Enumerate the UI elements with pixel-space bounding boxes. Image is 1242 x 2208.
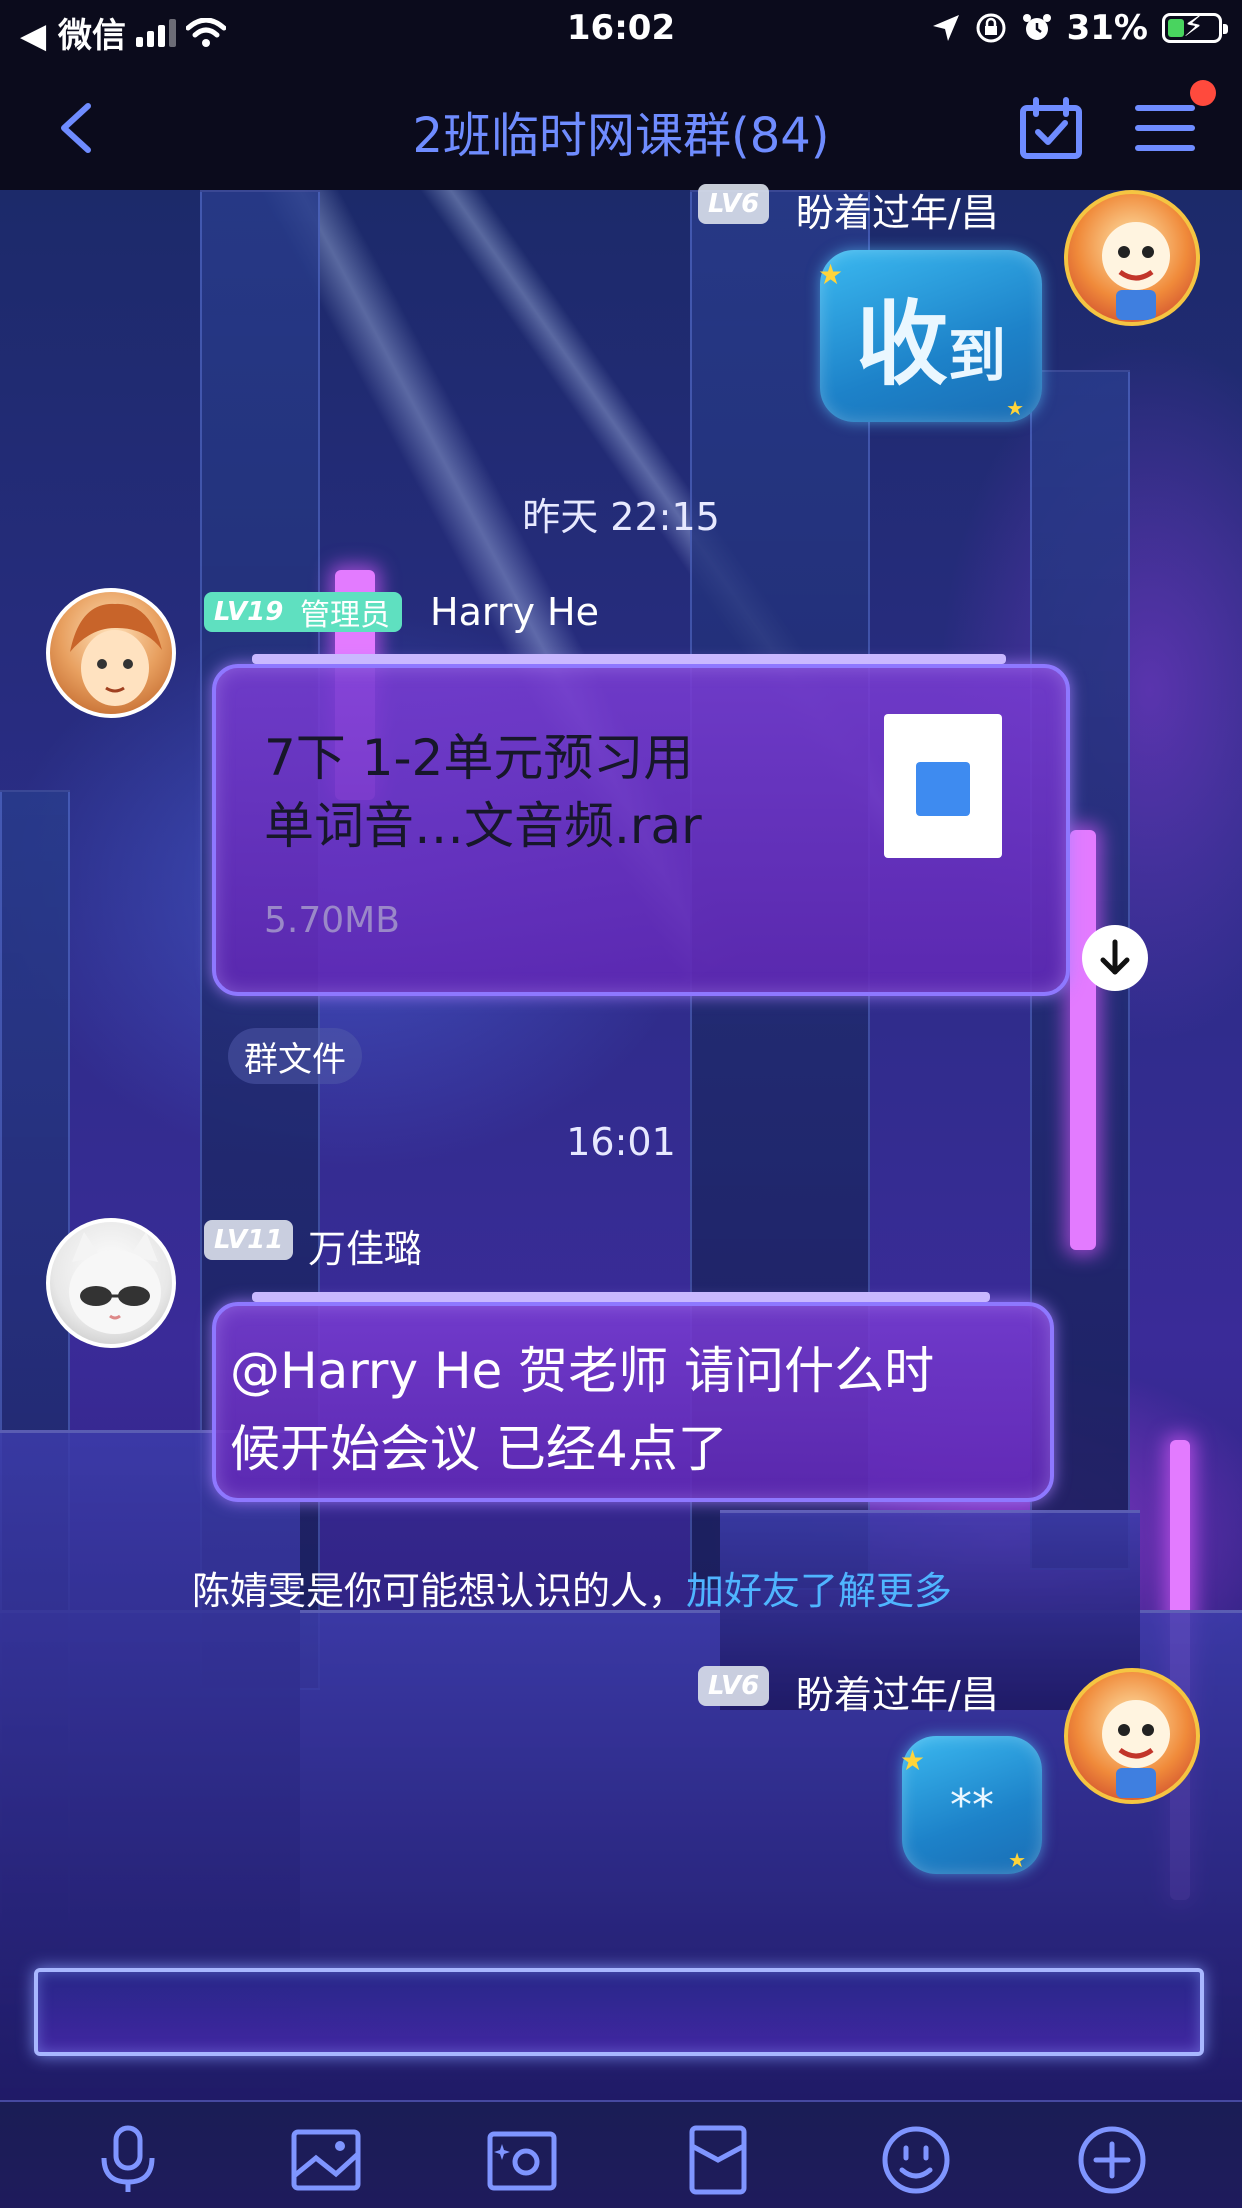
microphone-icon[interactable] — [92, 2124, 164, 2196]
timestamp: 16:01 — [566, 1120, 676, 1164]
avatar[interactable] — [1064, 1668, 1200, 1804]
menu-icon[interactable] — [1134, 100, 1196, 156]
message-text: @Harry He 贺老师 请问什么时 候开始会议 已经4点了 — [230, 1332, 934, 1488]
bubble-decoration — [252, 654, 1006, 664]
friend-suggestion: 陈婧雯是你可能想认识的人，加好友了解更多 — [192, 1560, 952, 1615]
location-icon — [932, 15, 959, 41]
rotation-lock-icon — [976, 13, 1006, 43]
alarm-icon — [1022, 14, 1051, 40]
calendar-check-icon[interactable] — [1018, 96, 1084, 162]
file-message-bubble[interactable]: 7下 1-2单元预习用 单词音…文音频.rar 5.70MB — [212, 654, 1070, 996]
sender-name: 万佳璐 — [308, 1227, 423, 1271]
level-badge: LV6 — [698, 1666, 770, 1706]
avatar[interactable] — [46, 1218, 176, 1348]
image-icon[interactable] — [290, 2124, 362, 2196]
sender-name: 盼着过年/昌 — [796, 191, 999, 235]
red-packet-icon[interactable] — [682, 2124, 754, 2196]
battery-percentage: 31% — [1066, 8, 1148, 48]
nav-bar: 2班临时网课群(84) — [0, 62, 1242, 190]
bubble-decoration — [252, 1292, 990, 1302]
status-bar: ◀ 微信 16:02 31% ⚡ — [0, 0, 1242, 62]
emoji-icon[interactable] — [880, 2124, 952, 2196]
star-icon: ★ — [818, 258, 844, 291]
file-name-line: 单词音…文音频.rar — [264, 797, 702, 855]
notification-dot — [1190, 80, 1216, 106]
admin-badge: 管理员 — [288, 592, 402, 633]
camera-icon[interactable] — [486, 2124, 558, 2196]
star-icon: ★ — [1008, 1848, 1026, 1872]
bottom-toolbar — [0, 2100, 1242, 2208]
level-badge: LV19 — [204, 592, 294, 632]
message-bubble[interactable]: @Harry He 贺老师 请问什么时 候开始会议 已经4点了 — [212, 1292, 1054, 1502]
message-text-line: 候开始会议 已经4点了 — [230, 1420, 728, 1478]
file-name: 7下 1-2单元预习用 单词音…文音频.rar — [264, 724, 702, 860]
message-bubble-self[interactable]: ★ 收 到 ★ — [818, 250, 1042, 422]
level-badge: LV11 — [204, 1220, 294, 1260]
group-file-tag[interactable]: 群文件 — [228, 1028, 362, 1084]
message-input-box[interactable] — [34, 1968, 1204, 2056]
sender-name: 盼着过年/昌 — [796, 1673, 999, 1717]
message-text: ** — [950, 1779, 994, 1831]
message-text-small: 到 — [948, 322, 1007, 390]
star-icon: ★ — [900, 1744, 926, 1777]
message-bubble-self[interactable]: ★ ** ★ — [900, 1736, 1042, 1874]
add-friend-link[interactable]: 加好友了解更多 — [686, 1569, 952, 1613]
battery-icon: ⚡ — [1162, 12, 1228, 43]
avatar[interactable] — [46, 588, 176, 718]
status-bar-right: 31% ⚡ — [931, 8, 1228, 48]
download-arrow-icon — [1100, 939, 1130, 975]
star-icon: ★ — [1006, 396, 1024, 420]
download-button[interactable] — [1082, 925, 1148, 991]
sender-name: Harry He — [430, 590, 599, 634]
plus-icon[interactable] — [1076, 2124, 1148, 2196]
message-text-line: @Harry He 贺老师 请问什么时 — [230, 1342, 935, 1400]
level-badge: LV6 — [698, 184, 770, 224]
file-size: 5.70MB — [264, 900, 400, 941]
suggestion-text: 陈婧雯是你可能想认识的人， — [192, 1569, 687, 1613]
zip-file-icon — [884, 714, 1002, 858]
message-input[interactable] — [38, 1972, 1200, 2052]
message-text-large: 收 — [855, 290, 948, 398]
timestamp: 昨天 22:15 — [522, 495, 720, 539]
file-name-line: 7下 1-2单元预习用 — [264, 729, 694, 787]
avatar[interactable] — [1064, 190, 1200, 326]
